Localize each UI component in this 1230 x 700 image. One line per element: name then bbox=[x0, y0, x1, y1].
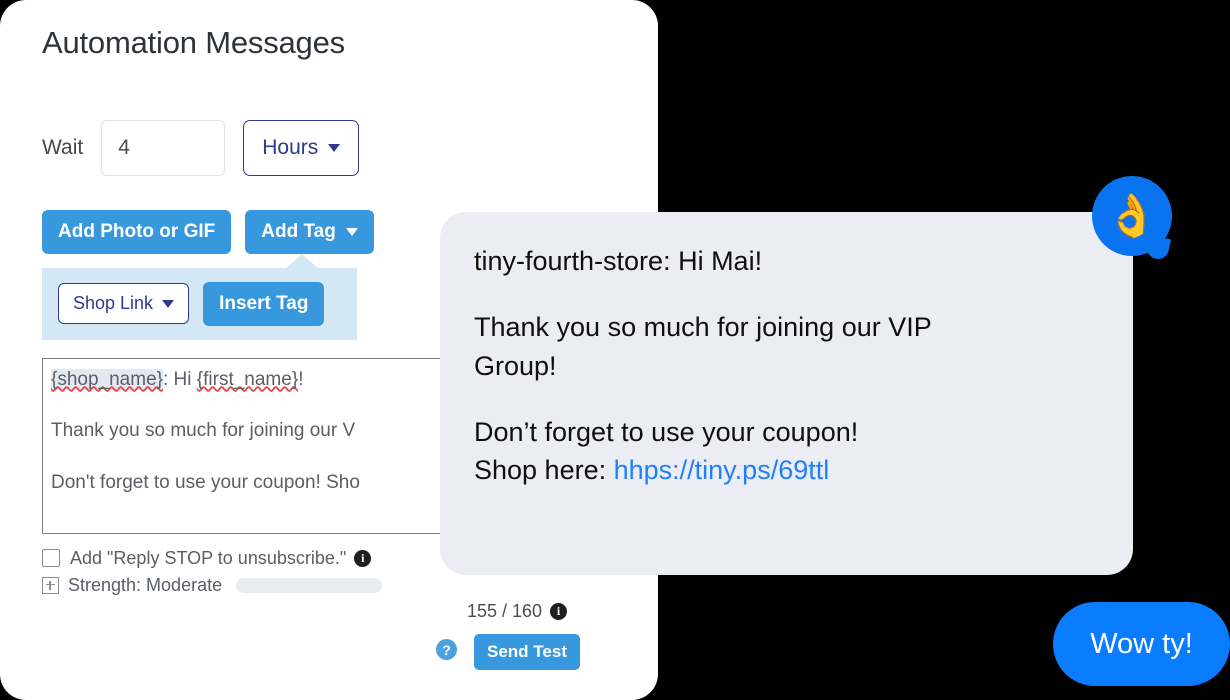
wait-label: Wait bbox=[42, 136, 84, 159]
preview-line-4: Shop here: hhps://tiny.ps/69ttl bbox=[474, 451, 1099, 489]
add-tag-popover: Shop Link Insert Tag bbox=[42, 253, 357, 340]
add-tag-button[interactable]: Add Tag bbox=[245, 210, 374, 254]
ok-hand-emoji-icon: 👌 bbox=[1105, 192, 1159, 239]
wait-unit-dropdown[interactable]: Hours bbox=[243, 120, 360, 176]
preview-line-2b: Group! bbox=[474, 350, 557, 381]
chevron-down-icon bbox=[162, 299, 175, 308]
add-photo-or-gif-button[interactable]: Add Photo or GIF bbox=[42, 210, 232, 254]
preview-line-3: Don’t forget to use your coupon! bbox=[474, 416, 859, 447]
add-tag-label: Add Tag bbox=[261, 221, 336, 242]
unsubscribe-info-icon[interactable]: i bbox=[354, 549, 372, 567]
first-name-token: {first_name} bbox=[196, 368, 299, 390]
character-counter: 155 / 160 i bbox=[467, 601, 568, 622]
reply-bubble-text: Wow ty! bbox=[1090, 627, 1193, 660]
wait-row: Wait Hours bbox=[42, 120, 658, 176]
send-test-label: Send Test bbox=[487, 642, 567, 661]
page-title: Automation Messages bbox=[42, 25, 345, 60]
strength-help-icon[interactable]: ? bbox=[436, 639, 457, 660]
strength-help-wrap: ? bbox=[436, 639, 457, 660]
preview-line-1: tiny-fourth-store: Hi Mai! bbox=[474, 246, 763, 276]
preview-shop-here-label: Shop here: bbox=[474, 455, 614, 486]
insert-tag-label: Insert Tag bbox=[219, 292, 309, 314]
chevron-down-icon bbox=[345, 227, 358, 236]
avatar: 👌 bbox=[1092, 176, 1172, 256]
expand-strength-icon[interactable] bbox=[42, 576, 59, 594]
tag-type-dropdown[interactable]: Shop Link bbox=[58, 283, 190, 325]
wait-value-input[interactable] bbox=[101, 120, 226, 176]
send-test-wrap: Send Test bbox=[474, 634, 580, 670]
character-counter-info-icon[interactable]: i bbox=[550, 603, 568, 620]
message-preview-bubble: tiny-fourth-store: Hi Mai! Thank you so … bbox=[440, 212, 1133, 575]
unsubscribe-checkbox[interactable] bbox=[42, 549, 60, 568]
message-line-1-rest: : Hi bbox=[163, 368, 197, 390]
shop-name-token: {shop_name} bbox=[51, 368, 163, 390]
insert-tag-button[interactable]: Insert Tag bbox=[203, 281, 325, 326]
send-test-button[interactable]: Send Test bbox=[474, 634, 580, 670]
unsubscribe-label: Add "Reply STOP to unsubscribe." bbox=[70, 547, 347, 568]
preview-line-2a: Thank you so much for joining our VIP bbox=[474, 312, 932, 343]
character-counter-value: 155 / 160 bbox=[467, 601, 543, 621]
strength-meter bbox=[236, 577, 383, 593]
message-line-1-end: ! bbox=[298, 368, 304, 390]
chevron-down-icon bbox=[328, 144, 341, 152]
add-photo-or-gif-label: Add Photo or GIF bbox=[58, 221, 216, 242]
tag-type-label: Shop Link bbox=[73, 293, 154, 314]
preview-shop-link[interactable]: hhps://tiny.ps/69ttl bbox=[614, 455, 830, 485]
strength-label: Strength: Moderate bbox=[68, 574, 223, 595]
strength-row: Strength: Moderate bbox=[42, 575, 622, 596]
preview-spacer bbox=[474, 385, 1099, 413]
wait-unit-label: Hours bbox=[262, 136, 319, 159]
reply-bubble: Wow ty! bbox=[1053, 602, 1230, 686]
preview-spacer bbox=[474, 280, 1099, 308]
